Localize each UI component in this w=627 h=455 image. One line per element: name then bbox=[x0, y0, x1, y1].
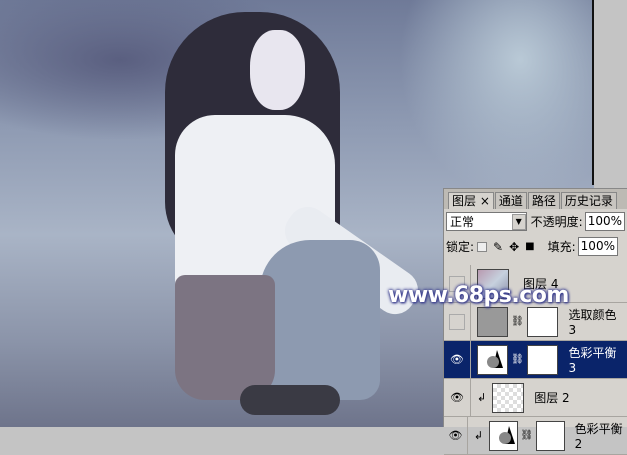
layer-mask bbox=[526, 344, 559, 375]
tab-paths[interactable]: 路径 bbox=[527, 192, 560, 209]
link-icon: ⛓ bbox=[511, 316, 524, 327]
layer-mask bbox=[536, 420, 565, 451]
canvas-edge bbox=[592, 0, 594, 185]
fill-label: 填充: bbox=[547, 240, 576, 254]
layer-name: 选取颜色 3 bbox=[568, 308, 617, 337]
watermark: www.68ps.com bbox=[388, 283, 569, 308]
tab-channels[interactable]: 通道 bbox=[494, 192, 527, 209]
layer-thumbnail bbox=[476, 306, 509, 337]
adjustment-thumbnail bbox=[489, 420, 518, 451]
panel-tabs: 图层 × 通道 路径 历史记录 bbox=[444, 189, 627, 209]
blend-row: 正常 ▼ 不透明度: 100% bbox=[444, 209, 627, 234]
layer-row-selected[interactable]: 👁 ⛓ 色彩平衡 3 bbox=[444, 341, 627, 379]
opacity-input[interactable]: 100% bbox=[584, 212, 625, 231]
visibility-toggle[interactable]: 👁 bbox=[444, 341, 471, 378]
link-icon: ⛓ bbox=[511, 354, 524, 365]
lock-transparency-icon[interactable] bbox=[477, 241, 488, 252]
layer-name: 色彩平衡 3 bbox=[568, 346, 617, 375]
lock-move-icon[interactable]: ✥ bbox=[509, 240, 519, 254]
opacity-label: 不透明度: bbox=[530, 215, 583, 229]
clip-arrow-icon: ↲ bbox=[473, 429, 484, 442]
visibility-toggle[interactable]: 👁 bbox=[444, 379, 471, 416]
blend-mode-select[interactable]: 正常 ▼ bbox=[446, 212, 527, 231]
layer-mask bbox=[526, 306, 559, 337]
eye-icon: 👁 bbox=[449, 353, 464, 366]
blend-mode-value: 正常 bbox=[450, 215, 475, 229]
visibility-toggle[interactable] bbox=[444, 303, 471, 340]
eye-icon: 👁 bbox=[450, 391, 464, 404]
layer-name: 图层 2 bbox=[534, 391, 570, 405]
photo-shoe bbox=[240, 385, 340, 415]
clip-arrow-icon: ↲ bbox=[477, 391, 487, 404]
visibility-toggle[interactable]: 👁 bbox=[444, 417, 468, 454]
layer-row[interactable]: 👁 ↲ 图层 2 bbox=[444, 379, 627, 417]
tab-history[interactable]: 历史记录 bbox=[560, 192, 617, 209]
photo-skirt bbox=[175, 275, 275, 400]
fill-input[interactable]: 100% bbox=[577, 237, 618, 256]
link-icon: ⛓ bbox=[520, 430, 534, 441]
eye-icon: 👁 bbox=[448, 429, 463, 442]
chevron-down-icon: ▼ bbox=[511, 213, 526, 230]
adjustment-thumbnail bbox=[476, 344, 509, 375]
layer-name: 色彩平衡 2 bbox=[574, 422, 623, 451]
lock-all-icon[interactable]: ■ bbox=[525, 241, 534, 252]
lock-label: 锁定: bbox=[446, 240, 475, 254]
photo-jeans bbox=[260, 240, 380, 400]
layer-row[interactable]: ⛓ 选取颜色 3 bbox=[444, 303, 627, 341]
eye-hidden-icon bbox=[448, 313, 465, 330]
lock-brush-icon[interactable]: ✎ bbox=[493, 240, 503, 254]
layer-row[interactable]: 👁 ↲ ⛓ 色彩平衡 2 bbox=[444, 417, 627, 455]
photo-face bbox=[250, 30, 305, 110]
layer-thumbnail bbox=[492, 382, 525, 413]
tab-layers[interactable]: 图层 × bbox=[448, 192, 494, 209]
lock-row: 锁定: ✎ ✥ ■ 填充: 100% bbox=[444, 234, 627, 259]
